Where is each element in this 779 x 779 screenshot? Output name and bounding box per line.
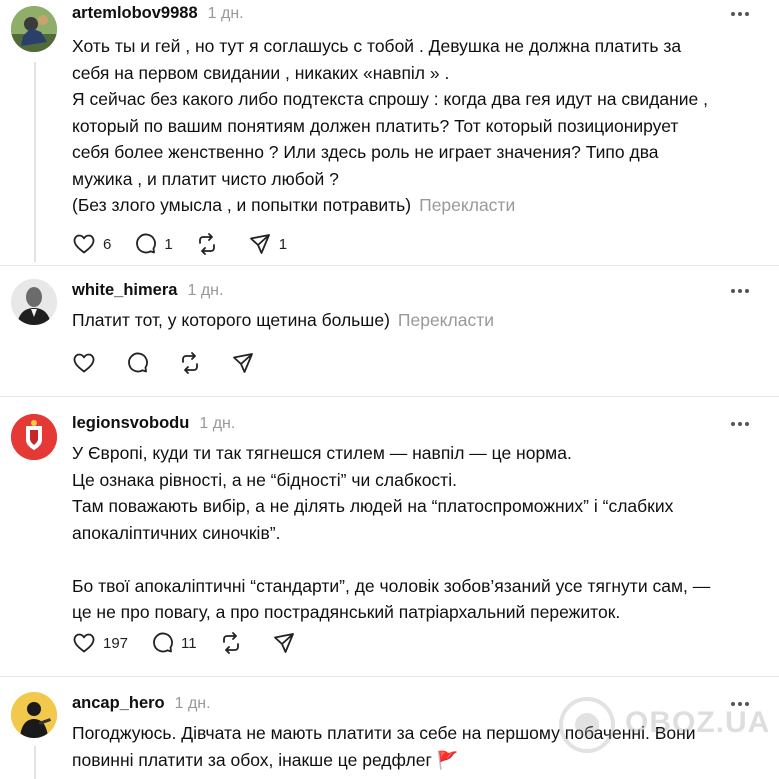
share-icon: [249, 234, 270, 254]
divider: [0, 265, 779, 266]
heart-icon: [73, 353, 95, 373]
translate-link[interactable]: Перекласти: [398, 310, 494, 330]
comment-line: Бо твої апокаліптичні “стандарти”, де чо…: [72, 575, 711, 596]
thread-line: [34, 746, 36, 779]
share-button[interactable]: [231, 351, 262, 375]
repost-icon: [182, 352, 198, 374]
comment-line: [72, 546, 762, 573]
comment-text: У Європі, куди ти так тягнешся стилем — …: [72, 440, 762, 626]
reply-button[interactable]: 11: [150, 631, 197, 655]
repost-button[interactable]: [178, 351, 209, 375]
divider: [0, 676, 779, 677]
comment-icon: [136, 233, 157, 254]
username[interactable]: ancap_hero: [72, 694, 165, 713]
comment-line: Хоть ты и гей , но тут я соглашусь с тоб…: [72, 36, 682, 56]
repost-button[interactable]: [219, 631, 250, 655]
comment-line: це не про повагу, а про пострадянський п…: [72, 602, 621, 622]
comment-line: себя более женственно ? Или здесь роль н…: [72, 142, 659, 162]
share-button[interactable]: 1: [248, 232, 287, 256]
comment-line: себя на первом свидании , никаких «навпі…: [72, 62, 450, 83]
watermark-text: OBOZ.UA: [625, 706, 771, 739]
comment-line: Я сейчас без какого либо подтекста спрош…: [72, 89, 709, 109]
comment-icon: [128, 352, 148, 373]
comment-line: мужика , и платит чисто любой ?: [72, 168, 339, 189]
like-count: 6: [103, 235, 112, 253]
share-icon: [233, 353, 253, 373]
more-icon[interactable]: [731, 422, 749, 426]
repost-icon: [222, 632, 239, 654]
comment-line: Там поважають вибір, а не ділять людей н…: [72, 496, 674, 516]
comment-line: Це ознака рівності, а не “бідності” чи с…: [72, 469, 457, 490]
watermark: OBOZ.UA: [555, 690, 769, 760]
more-icon[interactable]: [731, 289, 749, 293]
like-button[interactable]: [72, 351, 103, 375]
avatar[interactable]: [11, 279, 57, 325]
timestamp[interactable]: 1 дн.: [208, 5, 244, 23]
translate-link[interactable]: Перекласти: [419, 195, 515, 215]
username[interactable]: artemlobov9988: [72, 4, 198, 23]
repost-icon: [198, 233, 215, 255]
avatar[interactable]: [11, 692, 57, 738]
reply-count: 1: [164, 235, 173, 253]
comment-line: который по вашим понятиям должен платить…: [72, 115, 679, 136]
timestamp[interactable]: 1 дн.: [199, 415, 235, 433]
comment-icon: [153, 632, 173, 653]
like-button[interactable]: 197: [72, 631, 128, 655]
like-button[interactable]: 6: [72, 232, 111, 256]
username[interactable]: legionsvobodu: [72, 414, 189, 433]
reply-count: 11: [181, 634, 197, 652]
reply-button[interactable]: 1: [133, 232, 173, 256]
share-button[interactable]: [272, 631, 303, 655]
heart-icon: [73, 234, 95, 254]
timestamp[interactable]: 1 дн.: [187, 282, 223, 300]
comment-line: апокаліптичних синочків”.: [72, 522, 281, 543]
heart-icon: [73, 633, 95, 653]
username[interactable]: white_himera: [72, 281, 177, 300]
comment-text: Хоть ты и гей , но тут я соглашусь с тоб…: [72, 33, 762, 219]
comment-line: Платит тот, у которого щетина больше): [72, 310, 390, 330]
divider: [0, 396, 779, 397]
reply-button[interactable]: [125, 351, 156, 375]
share-count: 1: [278, 235, 288, 253]
like-count: 197: [103, 634, 129, 652]
thread-line: [34, 62, 36, 262]
avatar[interactable]: [11, 414, 57, 460]
avatar[interactable]: [11, 6, 57, 52]
repost-button[interactable]: [195, 232, 226, 256]
comment-text: Платит тот, у которого щетина больше) Пер…: [72, 307, 762, 334]
comment-line: (Без злого умысла , и попытки потравить): [72, 195, 412, 215]
timestamp[interactable]: 1 дн.: [175, 695, 211, 713]
more-icon[interactable]: [731, 12, 749, 16]
share-icon: [273, 633, 294, 653]
comment-line: У Європі, куди ти так тягнешся стилем — …: [72, 443, 572, 463]
